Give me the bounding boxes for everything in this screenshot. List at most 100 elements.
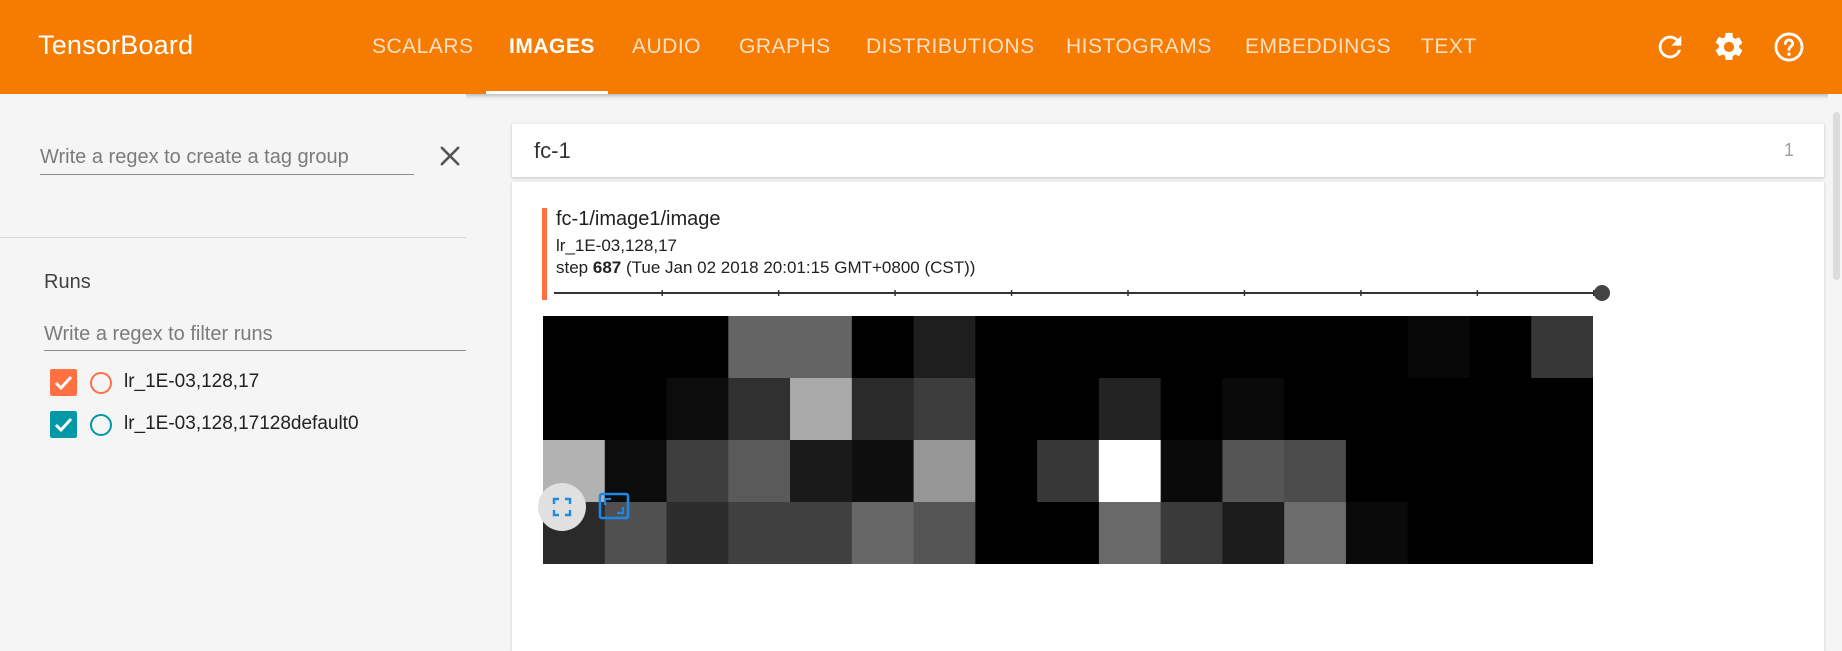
image-run-name: lr_1E-03,128,17 xyxy=(556,236,677,255)
tab-images[interactable]: IMAGES xyxy=(509,0,595,94)
image-pixel xyxy=(543,378,606,441)
scrollbar-thumb[interactable] xyxy=(1833,112,1840,280)
run-name: lr_1E-03,128,17 xyxy=(124,371,260,392)
slider-knob[interactable] xyxy=(1594,285,1610,301)
image-pixel xyxy=(1531,502,1594,565)
image-pixel xyxy=(1284,316,1347,379)
close-icon[interactable] xyxy=(436,142,464,170)
image-pixel xyxy=(604,378,668,441)
image-pixel xyxy=(851,316,915,379)
image-pixel xyxy=(913,316,976,379)
image-pixel-grid xyxy=(543,316,1594,565)
image-pixel xyxy=(666,502,729,565)
image-pixel xyxy=(1531,440,1594,503)
image-tag-title: fc-1/image1/image xyxy=(556,208,721,230)
image-pixel xyxy=(1037,440,1100,503)
run-color-dot[interactable] xyxy=(90,372,112,394)
image-pixel xyxy=(1407,440,1471,503)
image-pixel xyxy=(1531,316,1594,379)
image-pixel xyxy=(1037,316,1100,379)
image-pixel xyxy=(1160,378,1224,441)
image-pixel xyxy=(1160,316,1224,379)
image-pixel xyxy=(790,440,853,503)
refresh-icon[interactable] xyxy=(1653,30,1687,64)
image-pixel xyxy=(975,316,1038,379)
fit-to-screen-icon xyxy=(552,497,572,517)
image-pixel xyxy=(728,378,791,441)
tab-graphs[interactable]: GRAPHS xyxy=(739,0,831,94)
fit-to-screen-button[interactable] xyxy=(538,483,586,531)
image-pixel xyxy=(604,316,668,379)
image-step-info: step 687 (Tue Jan 02 2018 20:01:15 GMT+0… xyxy=(556,258,975,278)
sidebar-divider xyxy=(0,237,466,238)
image-pixel xyxy=(1098,440,1162,503)
image-pixel xyxy=(666,378,729,441)
image-pixel xyxy=(728,502,791,565)
image-pixel xyxy=(1222,502,1285,565)
image-pixel xyxy=(790,316,853,379)
image-pixel xyxy=(975,440,1038,503)
help-icon[interactable] xyxy=(1772,30,1806,64)
image-pixel xyxy=(913,378,976,441)
run-filter-input[interactable] xyxy=(44,318,466,351)
image-pixel xyxy=(1345,502,1409,565)
image-pixel xyxy=(1284,378,1347,441)
actual-size-icon xyxy=(598,492,630,520)
actual-size-button[interactable] xyxy=(590,483,638,531)
image-pixel xyxy=(1531,378,1594,441)
image-pixel xyxy=(1407,316,1471,379)
image-pixel xyxy=(913,440,976,503)
image-pixel xyxy=(851,440,915,503)
run-name: lr_1E-03,128,17128default0 xyxy=(124,413,359,434)
tab-distributions[interactable]: DISTRIBUTIONS xyxy=(866,0,1035,94)
image-pixel xyxy=(975,502,1038,565)
image-pixel xyxy=(1160,440,1224,503)
image-pixel xyxy=(1222,440,1285,503)
run-item[interactable]: lr_1E-03,128,17 xyxy=(50,369,460,399)
app-title: TensorBoard xyxy=(38,30,194,60)
image-pixel xyxy=(975,378,1038,441)
tag-group-header[interactable]: fc-1 1 xyxy=(512,124,1824,177)
image-pixel xyxy=(728,316,791,379)
image-pixel xyxy=(1345,378,1409,441)
image-pixel xyxy=(1160,502,1224,565)
tag-group-title: fc-1 xyxy=(534,138,571,163)
run-color-dot[interactable] xyxy=(90,414,112,436)
image-pixel xyxy=(1222,316,1285,379)
run-checkbox-checked[interactable] xyxy=(50,369,77,396)
image-pixel xyxy=(1469,440,1532,503)
image-pixel xyxy=(666,316,729,379)
tag-group-regex-input[interactable] xyxy=(40,140,414,175)
image-pixel xyxy=(851,378,915,441)
image-pixel xyxy=(728,440,791,503)
image-pixel xyxy=(1469,378,1532,441)
image-pixel xyxy=(790,378,853,441)
image-output xyxy=(543,316,1594,565)
image-pixel xyxy=(1222,378,1285,441)
step-timestamp: (Tue Jan 02 2018 20:01:15 GMT+0800 (CST)… xyxy=(625,258,976,277)
run-checkbox-checked[interactable] xyxy=(50,411,77,438)
tab-embeddings[interactable]: EMBEDDINGS xyxy=(1245,0,1391,94)
image-card: fc-1/image1/image lr_1E-03,128,17 step 6… xyxy=(512,182,1824,651)
image-pixel xyxy=(851,502,915,565)
image-pixel xyxy=(1098,316,1162,379)
image-pixel xyxy=(1345,316,1409,379)
image-pixel xyxy=(1098,378,1162,441)
step-number: 687 xyxy=(592,258,622,277)
image-pixel xyxy=(1284,502,1347,565)
image-pixel xyxy=(1037,378,1100,441)
image-pixel xyxy=(1469,316,1532,379)
tab-audio[interactable]: AUDIO xyxy=(632,0,701,94)
active-tab-indicator xyxy=(486,91,608,94)
tag-group-count: 1 xyxy=(1783,140,1794,160)
settings-gear-icon[interactable] xyxy=(1712,30,1746,64)
tab-text[interactable]: TEXT xyxy=(1421,0,1477,94)
image-pixel xyxy=(1407,502,1471,565)
tab-scalars[interactable]: SCALARS xyxy=(372,0,474,94)
run-item[interactable]: lr_1E-03,128,17128default0 xyxy=(50,411,460,441)
tab-histograms[interactable]: HISTOGRAMS xyxy=(1066,0,1212,94)
step-prefix: step xyxy=(556,258,589,277)
image-pixel xyxy=(913,502,976,565)
step-slider[interactable] xyxy=(554,283,1614,303)
runs-heading: Runs xyxy=(44,271,91,293)
